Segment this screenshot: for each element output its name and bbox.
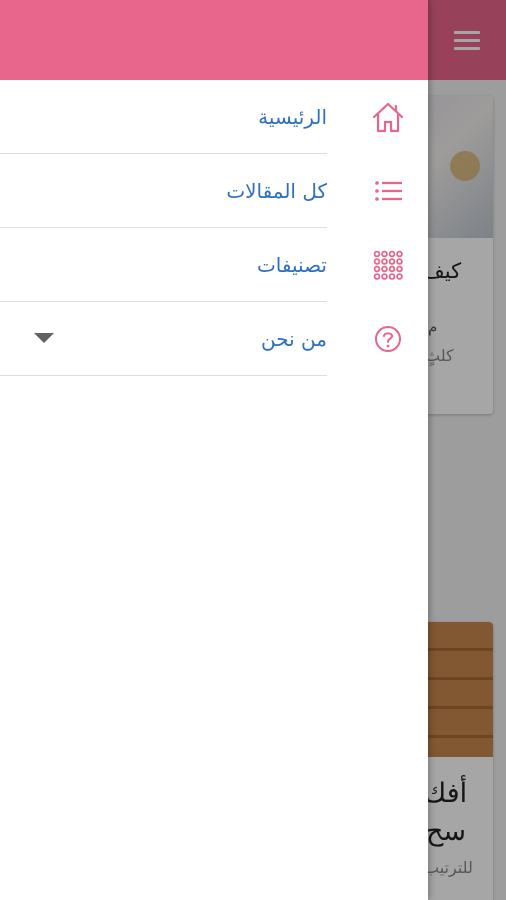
drawer-item-home[interactable]: الرئيسية xyxy=(0,80,428,154)
list-icon xyxy=(369,172,407,210)
drawer-item-all-articles[interactable]: كل المقالات xyxy=(0,154,428,228)
drawer-item-label: كل المقالات xyxy=(226,179,327,203)
chevron-down-icon[interactable] xyxy=(34,333,54,343)
home-icon xyxy=(369,98,407,136)
drawer-item-about-us[interactable]: من نحن xyxy=(0,302,428,376)
help-circle-icon xyxy=(369,320,407,358)
drawer-item-label: الرئيسية xyxy=(258,105,327,129)
drawer-item-categories[interactable]: تصنيفات xyxy=(0,228,428,302)
drawer-item-label: تصنيفات xyxy=(256,253,327,277)
drawer-header xyxy=(0,0,428,80)
divider xyxy=(0,375,327,376)
grid-dots-icon xyxy=(369,246,407,284)
drawer-item-label: من نحن xyxy=(261,327,327,351)
navigation-drawer: الرئيسية كل المقالات تصنيفات من نحن xyxy=(0,0,428,900)
